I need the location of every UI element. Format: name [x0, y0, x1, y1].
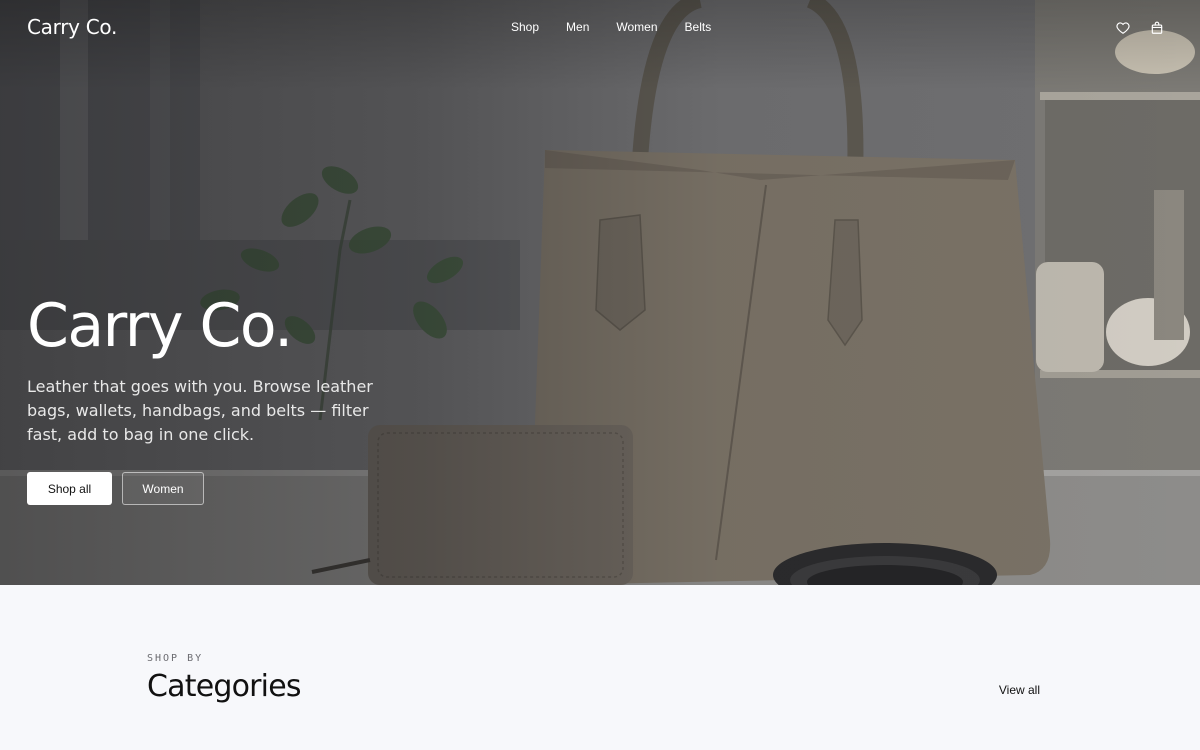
nav-link-women[interactable]: Women [616, 20, 657, 34]
nav-link-belts[interactable]: Belts [685, 20, 712, 34]
shop-all-button[interactable]: Shop all [27, 472, 112, 505]
hero-banner: Carry Co. Shop Men Women Belts Carry Co.… [0, 0, 1200, 585]
section-eyebrow: SHOP BY [147, 653, 204, 664]
hero-title: Carry Co. [27, 291, 293, 361]
heart-icon[interactable] [1116, 20, 1132, 36]
nav-link-men[interactable]: Men [566, 20, 589, 34]
nav-link-shop[interactable]: Shop [511, 20, 539, 34]
top-navigation: Carry Co. Shop Men Women Belts [0, 0, 1200, 58]
nav-icons [1116, 20, 1166, 36]
bag-icon[interactable] [1150, 20, 1166, 36]
hero-description: Leather that goes with you. Browse leath… [27, 377, 373, 444]
women-button[interactable]: Women [122, 472, 204, 505]
section-title: Categories [147, 669, 302, 704]
brand-logo[interactable]: Carry Co. [27, 15, 117, 39]
categories-section: SHOP BY Categories View all [0, 585, 1200, 750]
nav-links: Shop Men Women Belts [511, 20, 738, 34]
view-all-link[interactable]: View all [999, 683, 1040, 697]
